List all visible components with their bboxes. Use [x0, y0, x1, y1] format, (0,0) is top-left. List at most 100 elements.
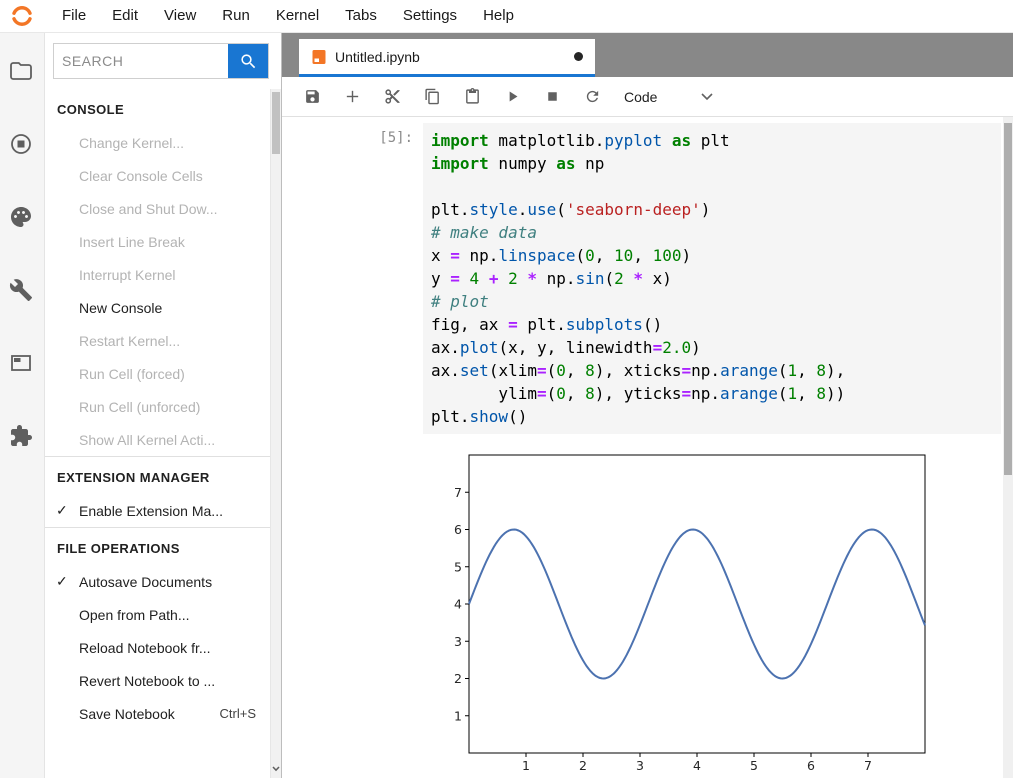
palette-scrollbar-thumb[interactable] — [272, 92, 280, 154]
palette-item[interactable]: Save Notebook Ctrl+S — [45, 697, 270, 730]
palette-item: Clear Console Cells — [45, 159, 270, 192]
code-line: ax.plot(x, y, linewidth=2.0) — [431, 338, 701, 357]
svg-text:1: 1 — [454, 708, 462, 723]
code-line: x = np.linspace(0, 10, 100) — [431, 246, 692, 265]
palette-item[interactable]: Revert Notebook to ... — [45, 664, 270, 697]
sidebar-palette-icon[interactable] — [9, 205, 35, 231]
palette-item-label: Revert Notebook to ... — [79, 672, 216, 689]
copy-cells-button[interactable] — [412, 82, 452, 112]
palette-item-label: Run Cell (unforced) — [79, 398, 201, 415]
palette-item-label: Close and Shut Dow... — [79, 200, 218, 217]
run-cell-button[interactable] — [492, 82, 532, 112]
code-cell[interactable]: [5]: import matplotlib.pyplot as plt impo… — [282, 123, 1001, 434]
palette-section: CONSOLE Change Kernel... Clear Console Cel… — [45, 89, 270, 456]
cell-output: 1 2 3 4 5 6 7 1 2 3 4 5 6 7 — [282, 450, 1013, 774]
insert-cell-below-button[interactable] — [332, 82, 372, 112]
cut-cells-button[interactable] — [372, 82, 412, 112]
palette-item: Close and Shut Dow... — [45, 192, 270, 225]
palette-item[interactable]: Open from Path... — [45, 598, 270, 631]
svg-text:5: 5 — [454, 559, 462, 574]
svg-text:6: 6 — [454, 522, 462, 537]
palette-item-label: Interrupt Kernel — [79, 266, 176, 283]
left-sidebar — [0, 33, 45, 778]
sidebar-folder-icon[interactable] — [9, 59, 35, 85]
menu-tabs[interactable]: Tabs — [332, 0, 390, 32]
output-plot: 1 2 3 4 5 6 7 1 2 3 4 5 6 7 — [451, 450, 929, 774]
svg-text:3: 3 — [454, 634, 462, 649]
palette-item[interactable]: ✓ Autosave Documents — [45, 565, 270, 598]
palette-item-label: Restart Kernel... — [79, 332, 181, 349]
notebook-scrollbar-thumb[interactable] — [1004, 123, 1012, 475]
menu-edit[interactable]: Edit — [99, 0, 151, 32]
output-area: 1 2 3 4 5 6 7 1 2 3 4 5 6 7 — [423, 450, 1013, 774]
palette-item-label: Enable Extension Ma... — [79, 502, 223, 519]
code-editor[interactable]: import matplotlib.pyplot as plt import nu… — [423, 123, 1001, 434]
clipboard-icon — [465, 88, 479, 104]
code-line: # make data — [431, 223, 537, 242]
scissors-icon — [384, 89, 400, 104]
tab-untitled-ipynb[interactable]: Untitled.ipynb — [299, 39, 595, 77]
palette-item: Run Cell (forced) — [45, 357, 270, 390]
palette-item-label: Run Cell (forced) — [79, 365, 185, 382]
scroll-down-arrow-icon[interactable] — [271, 762, 281, 776]
code-line: plt.style.use('seaborn-deep') — [431, 200, 711, 219]
menu-items: File Edit View Run Kernel Tabs Settings Help — [49, 0, 527, 32]
interrupt-kernel-button[interactable] — [532, 82, 572, 112]
code-line: # plot — [431, 292, 489, 311]
palette-item[interactable]: Reload Notebook fr... — [45, 631, 270, 664]
menu-run[interactable]: Run — [209, 0, 263, 32]
menu-settings[interactable]: Settings — [390, 0, 470, 32]
code-line: ylim=(0, 8), yticks=np.arange(1, 8)) — [431, 384, 846, 403]
running-sessions-icon — [11, 134, 31, 154]
palette-section-header: FILE OPERATIONS — [57, 541, 180, 556]
menu-file[interactable]: File — [49, 0, 99, 32]
sidebar-open-tabs-icon[interactable] — [9, 351, 35, 377]
check-icon: ✓ — [56, 502, 68, 518]
chevron-down-icon — [701, 92, 714, 100]
code-line: plt.show() — [431, 407, 528, 426]
check-icon: ✓ — [56, 573, 68, 589]
svg-text:3: 3 — [636, 758, 644, 773]
save-button[interactable] — [292, 82, 332, 112]
palette-item-label: Clear Console Cells — [79, 167, 203, 184]
code-line: ax.set(xlim=(0, 8), xticks=np.arange(1, … — [431, 361, 846, 380]
code-line: import numpy as np — [431, 154, 605, 173]
puzzle-icon — [11, 425, 32, 446]
palette-search-row — [45, 33, 281, 89]
palette-item[interactable]: New Console — [45, 291, 270, 324]
palette-scrollbar[interactable] — [270, 89, 281, 778]
sidebar-puzzle-icon[interactable] — [9, 424, 35, 450]
unsaved-indicator[interactable] — [574, 52, 583, 61]
cell-type-label: Code — [624, 88, 658, 105]
menu-view[interactable]: View — [151, 0, 209, 32]
menu-help[interactable]: Help — [470, 0, 527, 32]
notebook-toolbar: Code — [282, 77, 1013, 117]
palette-item-label: Autosave Documents — [79, 573, 213, 590]
code-line: fig, ax = plt.subplots() — [431, 315, 663, 334]
notebook-icon — [312, 49, 326, 64]
output-prompt — [282, 450, 423, 774]
search-button[interactable] — [228, 44, 268, 78]
sidebar-running-sessions-icon[interactable] — [9, 132, 35, 158]
palette-item-label: Open from Path... — [79, 606, 190, 623]
search-icon — [240, 53, 255, 68]
refresh-icon — [586, 90, 598, 103]
palette-item-label: Insert Line Break — [79, 233, 185, 250]
palette-item[interactable]: ✓ Enable Extension Ma... — [45, 494, 270, 527]
paste-cells-button[interactable] — [452, 82, 492, 112]
cell-type-dropdown[interactable]: Code — [624, 88, 714, 105]
restart-kernel-button[interactable] — [572, 82, 612, 112]
play-icon — [509, 91, 517, 102]
menu-kernel[interactable]: Kernel — [263, 0, 332, 32]
notebook-scrollbar[interactable] — [1003, 117, 1013, 778]
code-line: import matplotlib.pyplot as plt — [431, 131, 730, 150]
palette-section: EXTENSION MANAGER ✓ Enable Extension Ma... — [45, 456, 270, 527]
menu-bar: File Edit View Run Kernel Tabs Settings Help — [0, 0, 1013, 33]
search-input[interactable] — [54, 44, 228, 78]
wrench-icon — [9, 279, 32, 301]
svg-text:2: 2 — [579, 758, 587, 773]
sidebar-wrench-icon[interactable] — [9, 278, 35, 304]
palette-item: Insert Line Break — [45, 225, 270, 258]
jupyter-logo-icon — [12, 6, 32, 26]
